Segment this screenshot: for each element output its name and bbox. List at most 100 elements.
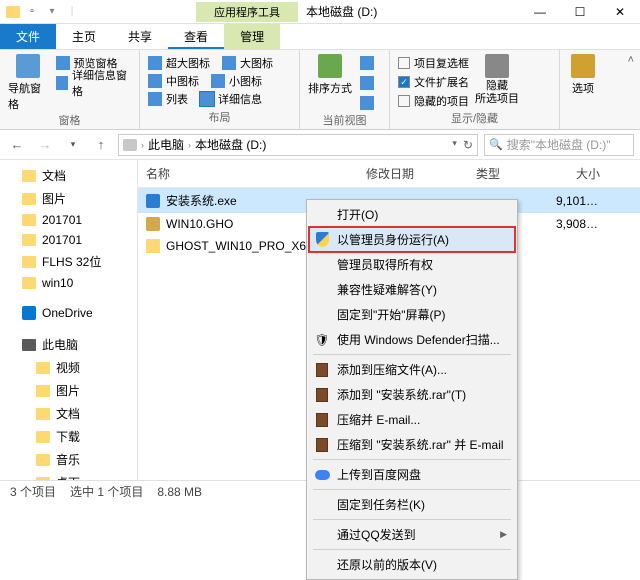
minimize-button[interactable]: — — [520, 0, 560, 24]
crumb-drive[interactable]: 本地磁盘 (D:) — [195, 136, 266, 153]
qat-divider: | — [64, 4, 80, 20]
sidebar-item[interactable]: 下载 — [0, 425, 137, 448]
menu-add-rar[interactable]: 添加到 "安装系统.rar"(T) — [309, 382, 515, 407]
item-checkbox-toggle[interactable]: 项目复选框 — [398, 54, 469, 72]
titlebar: ▫ ▾ | 应用程序工具 本地磁盘 (D:) — ☐ ✕ — [0, 0, 640, 24]
menu-run-as-admin[interactable]: 以管理员身份运行(A) — [309, 227, 515, 252]
nav-pane-button[interactable]: 导航窗格 — [8, 54, 48, 112]
shield-icon — [314, 232, 330, 248]
search-input[interactable]: 搜索"本地磁盘 (D:)" — [484, 134, 634, 156]
rar-icon — [314, 412, 330, 428]
rar-icon — [314, 437, 330, 453]
crumb-thispc[interactable]: 此电脑 — [148, 136, 184, 153]
details-pane-button[interactable]: 详细信息窗格 — [56, 74, 131, 92]
details-pane-label: 详细信息窗格 — [72, 67, 131, 99]
layout-list[interactable]: 列表 — [166, 91, 188, 107]
qat-item[interactable]: ▫ — [24, 4, 40, 20]
chevron-right-icon[interactable]: › — [188, 140, 191, 150]
ribbon: ˄ 导航窗格 预览窗格 详细信息窗格 窗格 超大图标大图标 中图标小图标 列表详… — [0, 50, 640, 130]
sidebar-item-label: win10 — [42, 276, 73, 290]
menu-pin-taskbar[interactable]: 固定到任务栏(K) — [309, 492, 515, 517]
menu-pin-start[interactable]: 固定到"开始"屏幕(P) — [309, 302, 515, 327]
fitcol-button[interactable] — [360, 94, 374, 112]
options-button[interactable]: 选项 — [568, 54, 598, 96]
breadcrumb[interactable]: › 此电脑 › 本地磁盘 (D:) ▾ ↻ — [118, 134, 478, 156]
details-icon-btn[interactable] — [200, 92, 214, 106]
menu-qq-send[interactable]: 通过QQ发送到▶ — [309, 522, 515, 547]
sidebar-item-label: 桌面 — [56, 474, 80, 480]
tab-share[interactable]: 共享 — [112, 24, 168, 49]
folder-icon — [36, 408, 50, 420]
sm-icon-btn[interactable] — [211, 74, 225, 88]
sidebar-onedrive[interactable]: OneDrive — [0, 303, 137, 323]
sidebar-item[interactable]: 音乐 — [0, 448, 137, 471]
menu-open-label: 打开(O) — [337, 206, 378, 223]
tab-manage[interactable]: 管理 — [224, 24, 280, 49]
recent-dropdown[interactable]: ▾ — [62, 134, 84, 156]
xl-icon-btn[interactable] — [148, 56, 162, 70]
qat-item[interactable]: ▾ — [44, 4, 60, 20]
layout-xl[interactable]: 超大图标 — [166, 55, 210, 71]
sidebar-item[interactable]: 文档 — [0, 402, 137, 425]
forward-button[interactable]: → — [34, 134, 56, 156]
menu-rar-email[interactable]: 压缩到 "安装系统.rar" 并 E-mail — [309, 432, 515, 457]
collapse-ribbon-icon[interactable]: ˄ — [628, 54, 634, 66]
layout-lg[interactable]: 大图标 — [240, 55, 273, 71]
tab-file[interactable]: 文件 — [0, 24, 56, 49]
col-date[interactable]: 修改日期 — [358, 160, 468, 187]
col-size[interactable]: 大小 — [548, 160, 608, 187]
refresh-icon[interactable]: ↻ — [463, 138, 473, 152]
list-icon-btn[interactable] — [148, 92, 162, 106]
menu-take-ownership[interactable]: 管理员取得所有权 — [309, 252, 515, 277]
menu-defender-scan[interactable]: 🛡使用 Windows Defender扫描... — [309, 327, 515, 352]
sidebar-item[interactable]: win10 — [0, 273, 137, 293]
tab-view[interactable]: 查看 — [168, 24, 224, 49]
col-name[interactable]: 名称 — [138, 160, 358, 187]
groupby-button[interactable] — [360, 54, 374, 72]
menu-perms-label: 管理员取得所有权 — [337, 256, 433, 273]
search-placeholder: 搜索"本地磁盘 (D:)" — [507, 136, 611, 153]
hide-selected-button[interactable]: 隐藏 所选项目 — [475, 54, 519, 110]
menu-separator — [313, 459, 511, 460]
sidebar-item[interactable]: 图片 — [0, 187, 137, 210]
menu-compat-troubleshoot[interactable]: 兼容性疑难解答(Y) — [309, 277, 515, 302]
col-type[interactable]: 类型 — [468, 160, 548, 187]
hidden-items-toggle[interactable]: 隐藏的项目 — [398, 92, 469, 110]
chevron-right-icon[interactable]: › — [141, 140, 144, 150]
sidebar-item[interactable]: 201701 — [0, 230, 137, 250]
md-icon-btn[interactable] — [148, 74, 162, 88]
sidebar-item[interactable]: 文档 — [0, 164, 137, 187]
layout-sm[interactable]: 小图标 — [229, 73, 262, 89]
close-button[interactable]: ✕ — [600, 0, 640, 24]
sidebar-thispc[interactable]: 此电脑 — [0, 333, 137, 356]
sidebar-item-label: 音乐 — [56, 451, 80, 468]
layout-details[interactable]: 详细信息 — [218, 91, 262, 107]
sort-button[interactable]: 排序方式 — [308, 54, 352, 112]
ribbon-tabs: 文件 主页 共享 查看 管理 — [0, 24, 640, 50]
maximize-button[interactable]: ☐ — [560, 0, 600, 24]
file-ext-toggle[interactable]: ✓文件扩展名 — [398, 73, 469, 91]
menu-open[interactable]: 打开(O) — [309, 202, 515, 227]
sidebar-item[interactable]: 图片 — [0, 379, 137, 402]
folder-icon — [36, 431, 50, 443]
menu-restore-previous[interactable]: 还原以前的版本(V) — [309, 552, 515, 577]
lg-icon-btn[interactable] — [222, 56, 236, 70]
file-icon — [146, 239, 160, 253]
sidebar-item[interactable]: FLHS 32位 — [0, 250, 137, 273]
back-button[interactable]: ← — [6, 134, 28, 156]
addcol-button[interactable] — [360, 74, 374, 92]
hide-label: 隐藏 所选项目 — [475, 80, 519, 106]
sidebar-item[interactable]: 视频 — [0, 356, 137, 379]
up-button[interactable]: ↑ — [90, 134, 112, 156]
dropdown-icon[interactable]: ▾ — [452, 138, 457, 152]
sidebar-item[interactable]: 桌面 — [0, 471, 137, 480]
sidebar-item[interactable]: 201701 — [0, 210, 137, 230]
sidebar-item-label: 图片 — [42, 190, 66, 207]
menu-baidu-upload[interactable]: 上传到百度网盘 — [309, 462, 515, 487]
tab-home[interactable]: 主页 — [56, 24, 112, 49]
layout-md[interactable]: 中图标 — [166, 73, 199, 89]
menu-compress-email[interactable]: 压缩并 E-mail... — [309, 407, 515, 432]
menu-add-archive[interactable]: 添加到压缩文件(A)... — [309, 357, 515, 382]
folder-icon — [36, 477, 50, 481]
thispc-label: 此电脑 — [42, 336, 78, 353]
